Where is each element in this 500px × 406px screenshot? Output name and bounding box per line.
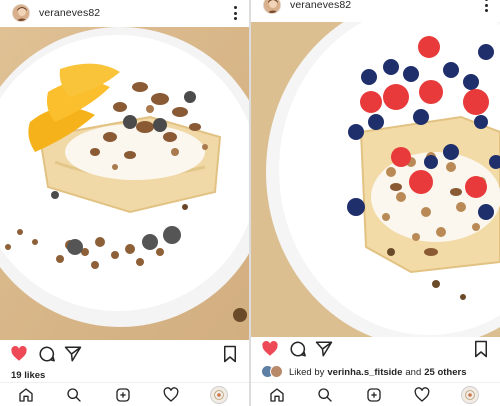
- post-username[interactable]: veraneves82: [290, 0, 351, 11]
- like-heart-icon[interactable]: [10, 345, 28, 363]
- post-username[interactable]: veraneves82: [39, 7, 100, 19]
- liked-by-prefix: Liked by: [289, 366, 325, 378]
- avatar[interactable]: [12, 4, 30, 22]
- new-post-icon[interactable]: [366, 387, 382, 403]
- post-header: veraneves82: [0, 0, 249, 26]
- activity-heart-icon[interactable]: [414, 387, 430, 403]
- bottom-nav: [0, 382, 249, 406]
- search-icon[interactable]: [66, 387, 82, 403]
- bookmark-icon[interactable]: [472, 340, 490, 358]
- new-post-icon[interactable]: [115, 387, 131, 403]
- bottom-nav: [251, 382, 500, 406]
- search-icon[interactable]: [317, 387, 333, 403]
- profile-avatar[interactable]: [461, 386, 479, 404]
- share-icon[interactable]: [64, 345, 82, 363]
- more-vertical-icon[interactable]: [233, 6, 237, 20]
- comment-icon[interactable]: [289, 340, 307, 358]
- more-vertical-icon[interactable]: [484, 0, 488, 12]
- avatar[interactable]: [263, 0, 281, 14]
- post-photo[interactable]: [0, 27, 249, 340]
- bookmark-icon[interactable]: [221, 345, 239, 363]
- post-header: veraneves82: [251, 0, 500, 18]
- liked-by-avatars: [261, 365, 285, 379]
- share-icon[interactable]: [315, 340, 333, 358]
- post-actions: [251, 336, 500, 362]
- post-panel-left: veraneves82 19 likes: [0, 0, 249, 406]
- likes-count[interactable]: 19 likes: [11, 370, 45, 381]
- liked-by-user[interactable]: verinha.s_fitside: [327, 367, 402, 378]
- liked-by-joiner: and: [405, 366, 422, 378]
- post-panel-right: veraneves82 Liked by verinha.s_fitside a…: [251, 0, 500, 406]
- comment-icon[interactable]: [38, 345, 56, 363]
- home-icon[interactable]: [269, 387, 285, 403]
- activity-heart-icon[interactable]: [163, 387, 179, 403]
- like-heart-icon[interactable]: [261, 340, 279, 358]
- post-actions: [0, 341, 249, 367]
- liked-by-row[interactable]: Liked by verinha.s_fitside and 25 others: [261, 365, 469, 379]
- post-photo[interactable]: [251, 22, 500, 337]
- profile-avatar[interactable]: [210, 386, 228, 404]
- liked-by-others[interactable]: 25 others: [424, 367, 466, 378]
- home-icon[interactable]: [18, 387, 34, 403]
